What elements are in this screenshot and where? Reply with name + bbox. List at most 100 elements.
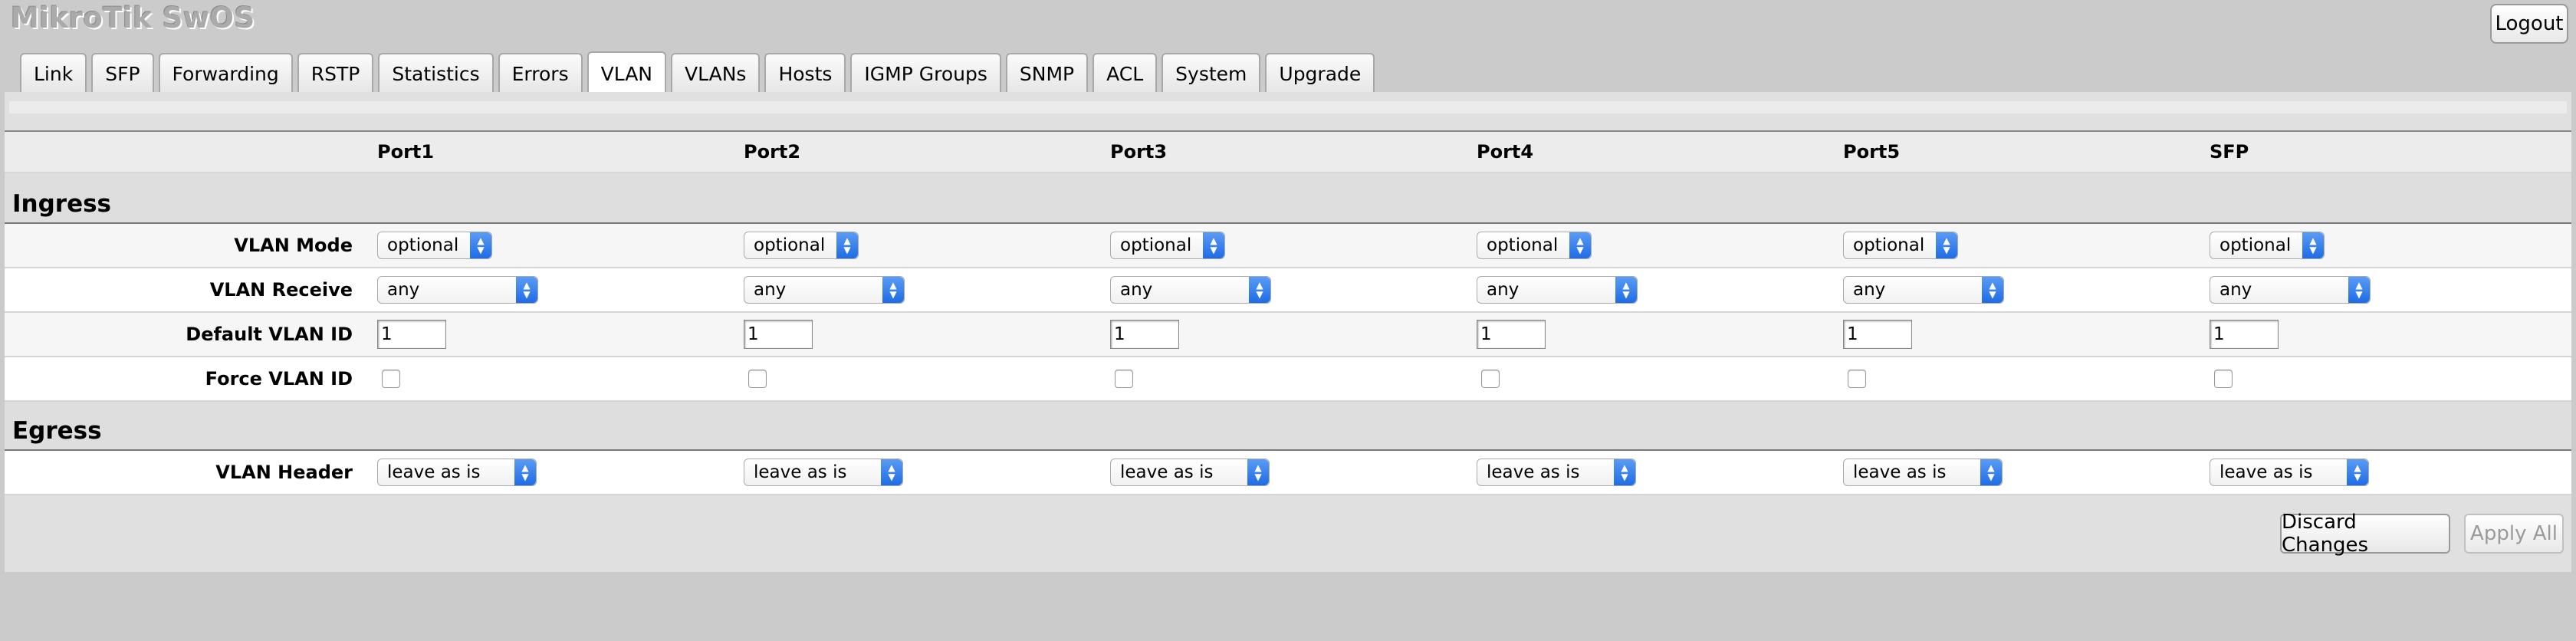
tab-snmp[interactable]: SNMP xyxy=(1005,53,1089,93)
section-title-egress: Egress xyxy=(12,417,102,445)
select-value: optional xyxy=(1120,235,1192,255)
select-arrows-icon: ▲ ▼ xyxy=(470,232,491,258)
row-label: VLAN Header xyxy=(215,462,353,483)
port-header: Port3 xyxy=(1110,141,1168,163)
select-value: optional xyxy=(387,235,459,255)
force-vlan-id-checkbox[interactable] xyxy=(748,370,767,388)
select-value: any xyxy=(1853,280,1886,300)
select-arrows-icon: ▲ ▼ xyxy=(881,459,902,485)
select-value: leave as is xyxy=(2220,462,2313,482)
tab-sfp[interactable]: SFP xyxy=(91,53,154,93)
tab-rstp[interactable]: RSTP xyxy=(297,53,374,93)
default-vlan-id-row: Default VLAN ID 1 1 1 1 1 1 xyxy=(5,313,2571,357)
default-vlan-id-input[interactable]: 1 xyxy=(377,320,446,349)
select-arrows-icon: ▲ ▼ xyxy=(1614,459,1635,485)
select-value: leave as is xyxy=(754,462,847,482)
vlan-receive-select[interactable]: any ▲ ▼ xyxy=(2210,276,2371,304)
vlan-header-select[interactable]: leave as is ▲ ▼ xyxy=(744,459,903,486)
tab-statistics[interactable]: Statistics xyxy=(378,53,494,93)
select-arrows-icon: ▲ ▼ xyxy=(1982,277,2003,303)
vlan-mode-select[interactable]: optional ▲ ▼ xyxy=(1110,232,1225,259)
vlan-receive-select[interactable]: any ▲ ▼ xyxy=(1477,276,1638,304)
select-arrows-icon: ▲ ▼ xyxy=(836,232,858,258)
vlan-header-select[interactable]: leave as is ▲ ▼ xyxy=(1477,459,1636,486)
default-vlan-id-input[interactable]: 1 xyxy=(1110,320,1179,349)
force-vlan-id-checkbox[interactable] xyxy=(1848,370,1866,388)
vlan-mode-select[interactable]: optional ▲ ▼ xyxy=(377,232,492,259)
force-vlan-id-checkbox[interactable] xyxy=(1481,370,1500,388)
select-value: leave as is xyxy=(387,462,481,482)
vlan-receive-select[interactable]: any ▲ ▼ xyxy=(1110,276,1271,304)
apply-all-button[interactable]: Apply All xyxy=(2464,514,2564,554)
force-vlan-id-checkbox[interactable] xyxy=(1115,370,1133,388)
force-vlan-id-checkbox[interactable] xyxy=(382,370,400,388)
default-vlan-id-input[interactable]: 1 xyxy=(1843,320,1912,349)
tab-upgrade[interactable]: Upgrade xyxy=(1265,53,1375,93)
force-vlan-id-checkbox[interactable] xyxy=(2214,370,2233,388)
tab-link[interactable]: Link xyxy=(20,53,87,93)
vlan-mode-select[interactable]: optional ▲ ▼ xyxy=(744,232,859,259)
select-value: leave as is xyxy=(1487,462,1580,482)
vlan-mode-select[interactable]: optional ▲ ▼ xyxy=(1477,232,1592,259)
port-header: SFP xyxy=(2210,141,2249,163)
port-header: Port2 xyxy=(744,141,801,163)
select-value: any xyxy=(387,280,420,300)
port-header-row: Port1 Port2 Port3 Port4 Port5 SFP xyxy=(5,130,2571,173)
tab-system[interactable]: System xyxy=(1162,53,1261,93)
discard-changes-button[interactable]: Discard Changes xyxy=(2280,511,2450,557)
select-value: optional xyxy=(1853,235,1925,255)
port-header: Port1 xyxy=(377,141,435,163)
select-arrows-icon: ▲ ▼ xyxy=(1936,232,1957,258)
vlan-header-select[interactable]: leave as is ▲ ▼ xyxy=(2210,459,2369,486)
default-vlan-id-input[interactable]: 1 xyxy=(1477,320,1546,349)
select-value: any xyxy=(754,280,787,300)
tab-bar: Link SFP Forwarding RSTP Statistics Erro… xyxy=(20,51,1375,94)
select-arrows-icon: ▲ ▼ xyxy=(1203,232,1224,258)
vlan-mode-select[interactable]: optional ▲ ▼ xyxy=(1843,232,1958,259)
select-arrows-icon: ▲ ▼ xyxy=(2347,459,2368,485)
select-value: any xyxy=(1487,280,1520,300)
select-value: any xyxy=(1120,280,1153,300)
tab-vlan[interactable]: VLAN xyxy=(586,51,667,94)
select-value: optional xyxy=(754,235,826,255)
default-vlan-id-input[interactable]: 1 xyxy=(744,320,813,349)
select-arrows-icon: ▲ ▼ xyxy=(1980,459,2002,485)
vlan-panel: Port1 Port2 Port3 Port4 Port5 SFP Ingres… xyxy=(5,92,2571,572)
tab-hosts[interactable]: Hosts xyxy=(764,53,846,93)
port-header: Port4 xyxy=(1477,141,1534,163)
vlan-header-select[interactable]: leave as is ▲ ▼ xyxy=(377,459,537,486)
select-value: leave as is xyxy=(1853,462,1947,482)
select-value: any xyxy=(2220,280,2252,300)
select-value: optional xyxy=(1487,235,1559,255)
vlan-receive-select[interactable]: any ▲ ▼ xyxy=(1843,276,2004,304)
vlan-table: Port1 Port2 Port3 Port4 Port5 SFP Ingres… xyxy=(5,130,2571,495)
vlan-header-select[interactable]: leave as is ▲ ▼ xyxy=(1843,459,2003,486)
tab-errors[interactable]: Errors xyxy=(498,53,583,93)
vlan-receive-select[interactable]: any ▲ ▼ xyxy=(377,276,538,304)
logout-button[interactable]: Logout xyxy=(2490,4,2568,44)
tab-forwarding[interactable]: Forwarding xyxy=(158,53,293,93)
section-title-ingress: Ingress xyxy=(12,190,112,218)
select-arrows-icon: ▲ ▼ xyxy=(2302,232,2324,258)
port-header: Port5 xyxy=(1843,141,1901,163)
panel-top-strip xyxy=(9,101,2567,113)
vlan-receive-select[interactable]: any ▲ ▼ xyxy=(744,276,905,304)
select-arrows-icon: ▲ ▼ xyxy=(882,277,904,303)
vlan-header-select[interactable]: leave as is ▲ ▼ xyxy=(1110,459,1270,486)
row-label: VLAN Receive xyxy=(209,279,353,301)
select-arrows-icon: ▲ ▼ xyxy=(514,459,536,485)
select-arrows-icon: ▲ ▼ xyxy=(1615,277,1637,303)
select-arrows-icon: ▲ ▼ xyxy=(2348,277,2370,303)
vlan-mode-row: VLAN Mode optional ▲ ▼ optional ▲ ▼ optional… xyxy=(5,224,2571,268)
vlan-receive-row: VLAN Receive any ▲ ▼ any ▲ ▼ any ▲ ▼ any ▲ ▼ any… xyxy=(5,268,2571,313)
tab-acl[interactable]: ACL xyxy=(1092,53,1158,93)
default-vlan-id-input[interactable]: 1 xyxy=(2210,320,2279,349)
row-label: Default VLAN ID xyxy=(186,324,353,345)
egress-section: Egress xyxy=(5,402,2571,451)
select-arrows-icon: ▲ ▼ xyxy=(1249,277,1270,303)
force-vlan-id-row: Force VLAN ID xyxy=(5,357,2571,402)
tab-igmp-groups[interactable]: IGMP Groups xyxy=(850,53,1001,93)
vlan-mode-select[interactable]: optional ▲ ▼ xyxy=(2210,232,2325,259)
tab-vlans[interactable]: VLANs xyxy=(671,53,761,93)
app-logo-title: MikroTik SwOS xyxy=(11,2,255,35)
